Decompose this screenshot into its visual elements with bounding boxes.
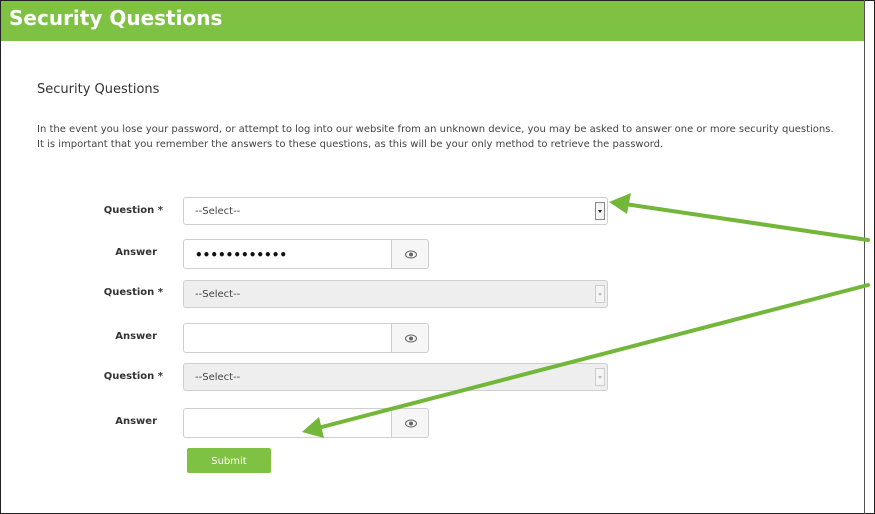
annotation-arrows — [302, 193, 870, 438]
arrow-icon — [302, 283, 870, 438]
arrow-icon — [609, 193, 870, 242]
